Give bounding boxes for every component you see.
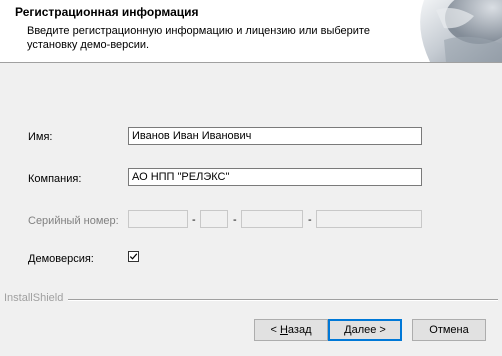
name-field[interactable] bbox=[128, 127, 422, 145]
installshield-label: InstallShield bbox=[4, 292, 64, 304]
installshield-header-graphic bbox=[384, 0, 502, 62]
next-button-mnemonic: Д bbox=[344, 324, 352, 336]
demo-version-label: Демоверсия: bbox=[28, 253, 94, 265]
serial-separator: - bbox=[192, 214, 196, 226]
serial-part-4-field[interactable] bbox=[316, 210, 422, 228]
footer-divider bbox=[68, 299, 498, 301]
back-button[interactable]: < Назад bbox=[254, 319, 328, 341]
serial-part-3-field[interactable] bbox=[241, 210, 303, 228]
next-button-label: алее > bbox=[351, 324, 386, 336]
serial-separator: - bbox=[308, 214, 312, 226]
dialog-header: Регистрационная информация Введите регис… bbox=[0, 0, 502, 63]
serial-number-label: Серийный номер: bbox=[28, 215, 119, 227]
header-description: Введите регистрационную информацию и лиц… bbox=[27, 25, 370, 51]
back-button-prefix: < bbox=[270, 324, 280, 336]
back-button-label: азад bbox=[287, 324, 312, 336]
demo-version-checkbox[interactable] bbox=[128, 251, 139, 262]
checkmark-icon bbox=[129, 253, 138, 260]
serial-separator: - bbox=[233, 214, 237, 226]
serial-part-2-field[interactable] bbox=[200, 210, 228, 228]
cancel-button[interactable]: Отмена bbox=[412, 319, 486, 341]
header-title: Регистрационная информация bbox=[15, 5, 199, 19]
serial-part-1-field[interactable] bbox=[128, 210, 188, 228]
company-label: Компания: bbox=[28, 173, 82, 185]
name-label: Имя: bbox=[28, 131, 53, 143]
company-field[interactable] bbox=[128, 168, 422, 186]
next-button[interactable]: Далее > bbox=[328, 319, 402, 341]
back-button-mnemonic: Н bbox=[279, 324, 288, 336]
